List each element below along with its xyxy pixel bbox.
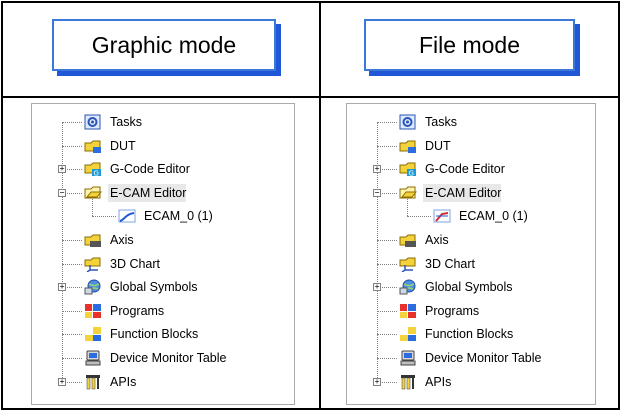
tree-branch-line (377, 122, 397, 123)
function-blocks-icon (84, 326, 102, 342)
tree-child-line (407, 198, 408, 217)
tree-trunk-line (62, 122, 63, 382)
tree-item-label: 3D Chart (425, 256, 476, 271)
dut-icon (84, 138, 102, 154)
apis-icon (84, 374, 102, 390)
tree-item-label: Global Symbols (425, 280, 513, 295)
tree-branch-line (62, 358, 82, 359)
expand-toggle[interactable]: + (373, 283, 381, 292)
expand-toggle[interactable]: + (373, 377, 381, 386)
tree-branch-line (407, 216, 431, 218)
ecam-file-icon (433, 208, 451, 224)
tree-item-label: DUT (110, 138, 136, 153)
tree-item-label: G-Code Editor (110, 162, 190, 177)
axis-icon (84, 232, 102, 248)
expand-toggle[interactable]: + (58, 377, 66, 386)
tree-item-label: Axis (110, 233, 134, 247)
chart-3d-icon (84, 256, 102, 273)
tree-item-label: G-Code Editor (425, 162, 505, 177)
project-tree-graphic-mode: Tasks DUT + G G-Code Editor − E-CAM Editor ECAM… (31, 103, 295, 405)
project-tree-file-mode: Tasks DUT + G G-Code Editor − E-CAM Editor ECAM… (346, 103, 596, 405)
tree-item-label: Function Blocks (110, 327, 199, 342)
tree-item-label: E-CAM Editor (425, 185, 502, 200)
tree-item-label: Function Blocks (425, 327, 514, 342)
tree-item-label: DUT (425, 138, 451, 153)
programs-icon (399, 303, 417, 319)
tree-item-label: ECAM_0 (1) (144, 209, 213, 224)
file-mode-button[interactable]: File mode (364, 19, 575, 71)
tree-branch-line (62, 145, 82, 147)
tree-item-label: 3D Chart (110, 256, 161, 271)
function-blocks-icon (399, 326, 417, 342)
graphic-mode-button[interactable]: Graphic mode (52, 19, 276, 71)
collapse-toggle[interactable]: − (373, 188, 381, 197)
tree-branch-line (377, 358, 397, 359)
dut-icon (399, 138, 417, 154)
tree-branch-line (377, 145, 397, 147)
ecam-editor-icon (399, 185, 418, 201)
tree-item-label: APIs (110, 374, 137, 389)
collapse-toggle[interactable]: − (58, 188, 66, 197)
tree-child-line (92, 198, 93, 217)
gcode-editor-icon: G (399, 161, 417, 178)
device-monitor-icon (84, 350, 102, 366)
tree-item-label: Axis (425, 233, 449, 247)
expand-toggle[interactable]: + (373, 165, 381, 174)
tree-branch-line (62, 310, 82, 312)
expand-toggle[interactable]: + (58, 283, 66, 292)
apis-icon (399, 374, 417, 390)
tree-branch-line (377, 240, 397, 241)
axis-icon (399, 232, 417, 248)
tree-item-label: Tasks (110, 115, 142, 129)
tree-branch-line (62, 122, 82, 123)
programs-icon (84, 303, 102, 319)
tree-trunk-line (377, 122, 378, 382)
tasks-icon (399, 114, 417, 130)
column-divider (319, 3, 321, 408)
svg-text:G: G (94, 170, 99, 178)
tree-item-label: Programs (110, 303, 165, 318)
tasks-icon (84, 114, 102, 130)
tree-branch-line (62, 240, 82, 241)
tree-branch-line (62, 334, 82, 336)
tree-item-label: Programs (425, 303, 480, 318)
gcode-editor-icon: G (84, 161, 102, 178)
tree-branch-line (92, 216, 116, 218)
tree-item-label: APIs (425, 374, 452, 389)
svg-text:G: G (409, 170, 414, 178)
tree-item-label: E-CAM Editor (110, 185, 187, 200)
chart-3d-icon (399, 256, 417, 273)
tree-branch-line (377, 310, 397, 312)
tree-item-label: Global Symbols (110, 280, 198, 295)
tree-item-label: Device Monitor Table (110, 351, 227, 365)
ecam-curve-icon (118, 208, 136, 224)
row-divider (3, 96, 618, 98)
tree-item-label: Device Monitor Table (425, 351, 542, 365)
ecam-editor-icon (84, 185, 103, 201)
global-symbols-icon (399, 279, 417, 295)
tree-item-label: ECAM_0 (1) (459, 209, 528, 224)
tree-branch-line (377, 263, 397, 265)
expand-toggle[interactable]: + (58, 165, 66, 174)
tree-branch-line (377, 334, 397, 336)
device-monitor-icon (399, 350, 417, 366)
tree-item-label: Tasks (425, 115, 457, 129)
global-symbols-icon (84, 279, 102, 295)
tree-branch-line (62, 263, 82, 265)
